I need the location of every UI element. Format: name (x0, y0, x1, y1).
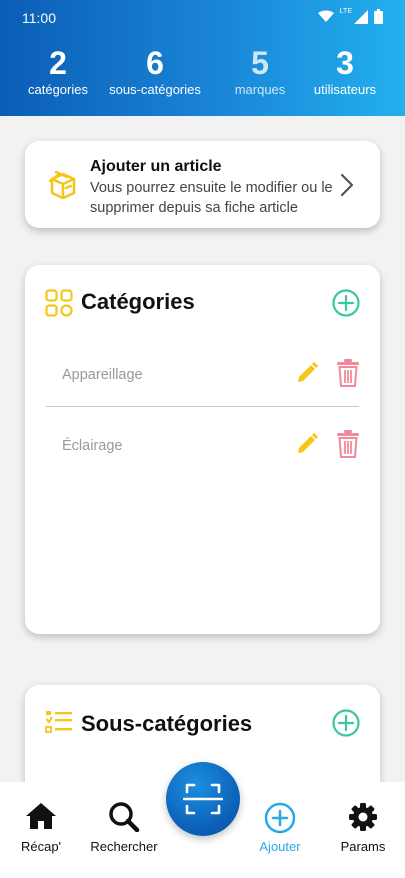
nav-label: Rechercher (90, 839, 158, 854)
stat-value: 5 (251, 45, 269, 81)
stat-categories[interactable]: 2 catégories (26, 44, 90, 98)
network-label: LTE (339, 8, 352, 15)
stat-value: 6 (146, 45, 164, 81)
stat-label: sous-catégories (109, 82, 201, 97)
header: 11:00 LTE 2 catégories 6 sous-catégories… (0, 0, 405, 116)
category-row[interactable]: Éclairage (46, 416, 359, 478)
edit-pencil-icon[interactable] (295, 361, 319, 385)
stat-label: catégories (28, 82, 88, 97)
trash-icon[interactable] (337, 430, 359, 458)
gear-icon (349, 803, 377, 831)
status-time: 11:00 (22, 10, 56, 26)
categories-title: Catégories (81, 289, 195, 314)
scan-button[interactable] (166, 762, 240, 836)
signal-icon (354, 9, 368, 24)
stat-users[interactable]: 3 utilisateurs (306, 44, 384, 98)
box-icon (49, 170, 76, 199)
add-article-title: Ajouter un article (90, 158, 222, 175)
grid-icon (45, 289, 73, 317)
stat-subcategories[interactable]: 6 sous-catégories (100, 44, 210, 98)
stat-brands[interactable]: 5 marques (230, 44, 290, 98)
edit-pencil-icon[interactable] (295, 432, 319, 456)
add-article-description: Vous pourrez ensuite le modifier ou le s… (90, 180, 333, 216)
stat-value: 2 (49, 45, 67, 81)
search-icon (109, 802, 140, 833)
nav-label: Récap' (20, 839, 62, 854)
status-icons: LTE (317, 8, 383, 24)
nav-label: Params (340, 839, 386, 854)
subcategories-title: Sous-catégories (81, 711, 253, 736)
category-name: Appareillage (62, 367, 143, 383)
nav-item-add[interactable]: Ajouter (240, 802, 320, 854)
add-subcategory-button[interactable] (332, 709, 360, 737)
home-icon (26, 803, 56, 829)
add-article-card[interactable]: Ajouter un article Vous pourrez ensuite … (25, 141, 380, 228)
add-category-button[interactable] (332, 289, 360, 317)
chevron-right-icon (340, 173, 354, 197)
stat-label: marques (234, 82, 286, 97)
nav-label: Ajouter (259, 839, 301, 854)
nav-item-recap[interactable]: Récap' (1, 802, 81, 854)
category-row[interactable]: Appareillage (46, 345, 359, 407)
scan-icon (183, 783, 223, 815)
nav-item-search[interactable]: Rechercher (84, 802, 164, 854)
add-circle-icon (264, 802, 296, 834)
category-name: Éclairage (62, 438, 123, 454)
trash-icon[interactable] (337, 359, 359, 387)
stat-value: 3 (336, 45, 354, 81)
wifi-icon (317, 10, 334, 22)
nav-item-params[interactable]: Params (323, 802, 403, 854)
list-icon (45, 711, 72, 733)
battery-icon (374, 9, 383, 24)
categories-card: Catégories Appareillage Éclairage (25, 265, 380, 634)
stats-bar: 2 catégories 6 sous-catégories 5 marques… (0, 44, 405, 108)
stat-label: utilisateurs (313, 82, 377, 97)
status-bar: 11:00 LTE (0, 0, 405, 34)
